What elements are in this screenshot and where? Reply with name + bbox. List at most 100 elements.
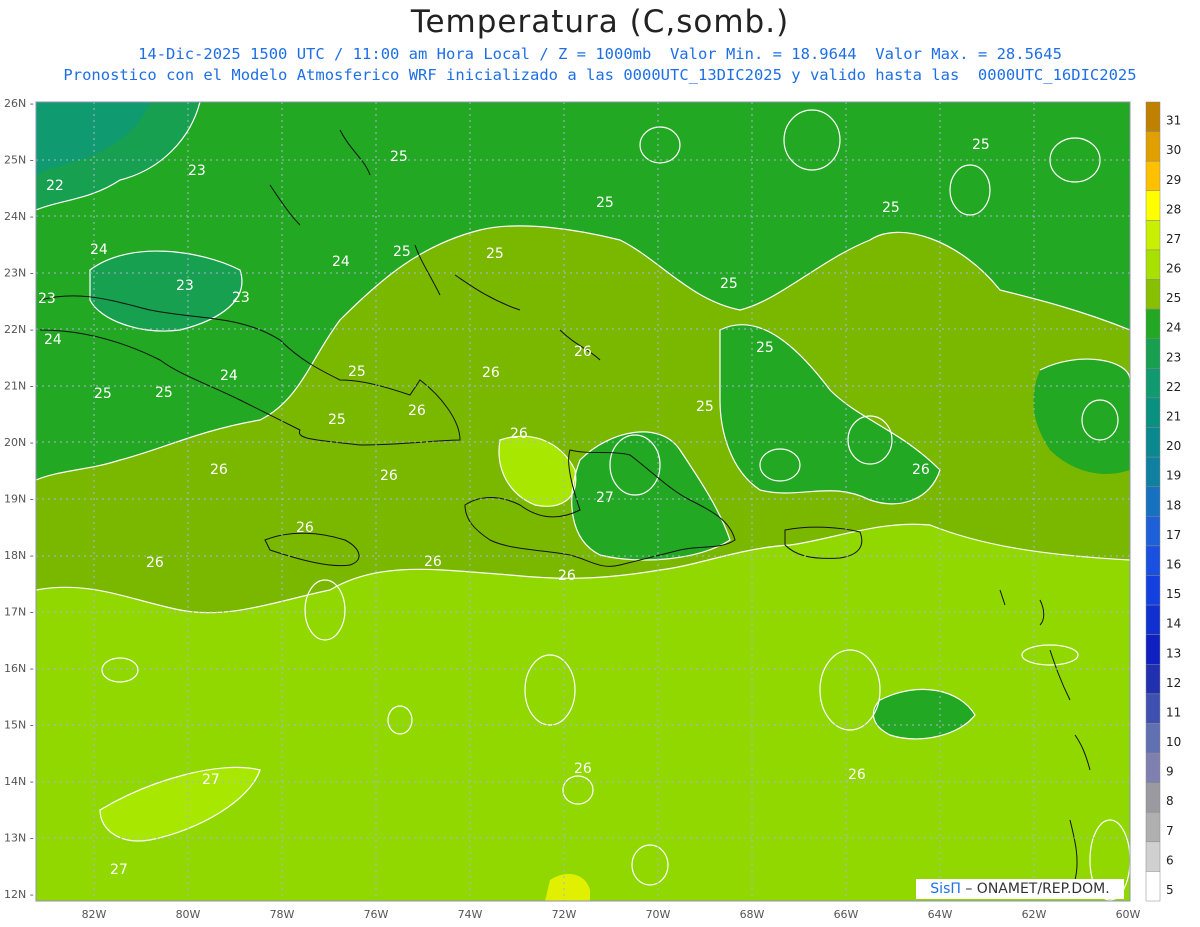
colorbar-label: 31 [1166, 114, 1181, 128]
longitude-label: 74W [458, 908, 483, 921]
colorbar-swatch [1145, 160, 1161, 192]
longitude-labels: 82W 80W 78W 76W 74W 72W 70W 68W 66W 64W 62W 60W [82, 908, 1141, 921]
temperature-field: 22 23 23 23 24 24 24 24 23 25 25 25 25 2… [36, 102, 1130, 901]
contour-label: 24 [44, 332, 62, 348]
contour-label: 24 [90, 242, 108, 258]
longitude-label: 76W [364, 908, 389, 921]
colorbar-label: 18 [1166, 498, 1181, 512]
contour-label: 25 [696, 399, 714, 415]
contour-label: 26 [558, 568, 576, 584]
colorbar-label: 29 [1166, 173, 1181, 187]
latitude-label: 13N - [4, 832, 34, 845]
colorbar-label: 5 [1166, 883, 1174, 897]
latitude-label: 19N - [4, 493, 34, 506]
colorbar-swatch [1145, 516, 1161, 547]
latitude-label: 26N - [4, 97, 34, 110]
contour-label: 26 [296, 520, 314, 536]
colorbar-swatch [1145, 279, 1161, 310]
colorbar-label: 9 [1166, 765, 1174, 779]
colorbar-swatch [1145, 811, 1161, 843]
colorbar-swatch [1145, 545, 1161, 576]
latitude-label: 23N - [4, 267, 34, 280]
contour-label: 26 [408, 403, 426, 419]
colorbar-swatch [1145, 456, 1161, 487]
contour-label: 26 [510, 426, 528, 442]
colorbar-label: 16 [1166, 557, 1181, 571]
contour-label: 26 [848, 767, 866, 783]
colorbar-label: 8 [1166, 794, 1174, 808]
contour-label: 22 [46, 178, 64, 194]
contour-label: 25 [94, 386, 112, 402]
colorbar-swatch [1145, 249, 1161, 280]
colorbar-swatch [1145, 397, 1161, 428]
latitude-label: 14N - [4, 775, 34, 788]
contour-label: 24 [220, 368, 238, 384]
contour-label: 27 [202, 772, 220, 788]
colorbar-label: 11 [1166, 705, 1181, 719]
colorbar-swatch [1145, 308, 1161, 339]
longitude-label: 66W [834, 908, 859, 921]
longitude-label: 64W [928, 908, 953, 921]
colorbar-label: 27 [1166, 232, 1181, 246]
colorbar-swatch [1145, 131, 1161, 162]
contour-label: 24 [332, 254, 350, 270]
latitude-label: 20N - [4, 436, 34, 449]
colorbar-swatch [1145, 693, 1161, 724]
colorbar-swatch [1145, 723, 1161, 754]
latitude-label: 25N - [4, 154, 34, 167]
colorbar-label: 19 [1166, 469, 1181, 483]
contour-label: 25 [155, 385, 173, 401]
longitude-label: 78W [270, 908, 295, 921]
contour-label: 25 [486, 246, 504, 262]
contour-label: 26 [574, 344, 592, 360]
latitude-label: 15N - [4, 719, 34, 732]
colorbar-swatch [1145, 604, 1161, 635]
contour-label: 26 [210, 462, 228, 478]
colorbar-label: 6 [1166, 853, 1174, 867]
colorbar-swatch [1145, 634, 1161, 665]
colorbar-label: 21 [1166, 410, 1181, 424]
contour-label: 23 [176, 278, 194, 294]
colorbar-label: 23 [1166, 350, 1181, 364]
latitude-label: 16N - [4, 662, 34, 675]
contour-label: 26 [424, 554, 442, 570]
credit-text: – ONAMET/REP.DOM. [960, 881, 1110, 897]
longitude-label: 72W [552, 908, 577, 921]
colorbar-label: 7 [1166, 824, 1174, 838]
colorbar-label: 15 [1166, 587, 1181, 601]
colorbar-swatch [1145, 427, 1161, 458]
contour-label: 23 [188, 163, 206, 179]
colorbar-label: 10 [1166, 735, 1181, 749]
colorbar-swatch [1145, 575, 1161, 606]
contour-label: 26 [482, 365, 500, 381]
longitude-label: 80W [176, 908, 201, 921]
latitude-label: 17N - [4, 606, 34, 619]
colorbar-label: 14 [1166, 617, 1181, 631]
colorbar-swatch [1145, 664, 1161, 695]
colorbar-swatch [1145, 752, 1161, 783]
contour-label: 25 [756, 340, 774, 356]
temperature-map: 22 23 23 23 24 24 24 24 23 25 25 25 25 2… [4, 97, 1181, 921]
latitude-label: 22N - [4, 323, 34, 336]
contour-label: 26 [146, 555, 164, 571]
colorbar-swatch [1145, 782, 1161, 813]
latitude-label: 18N - [4, 549, 34, 562]
colorbar-label: 20 [1166, 439, 1181, 453]
longitude-label: 62W [1022, 908, 1047, 921]
colorbar-label: 12 [1166, 676, 1181, 690]
colorbar-swatch [1145, 368, 1161, 399]
latitude-labels: 26N - 25N - 24N - 23N - 22N - 21N - 20N - 19N -… [4, 97, 34, 901]
latitude-label: 21N - [4, 380, 34, 393]
colorbar-swatch [1145, 486, 1161, 517]
contour-label: 25 [972, 137, 990, 153]
latitude-label: 24N - [4, 210, 34, 223]
contour-label: 25 [720, 276, 738, 292]
longitude-label: 60W [1116, 908, 1141, 921]
contour-label: 25 [328, 412, 346, 428]
colorbar-label: 17 [1166, 528, 1181, 542]
contour-label: 25 [882, 200, 900, 216]
contour-label: 26 [574, 761, 592, 777]
colorbar: 31 30 29 28 27 26 25 24 23 22 21 20 19 18 17 16 15 14 13 12… [1145, 101, 1181, 902]
longitude-label: 68W [740, 908, 765, 921]
colorbar-label: 26 [1166, 262, 1181, 276]
